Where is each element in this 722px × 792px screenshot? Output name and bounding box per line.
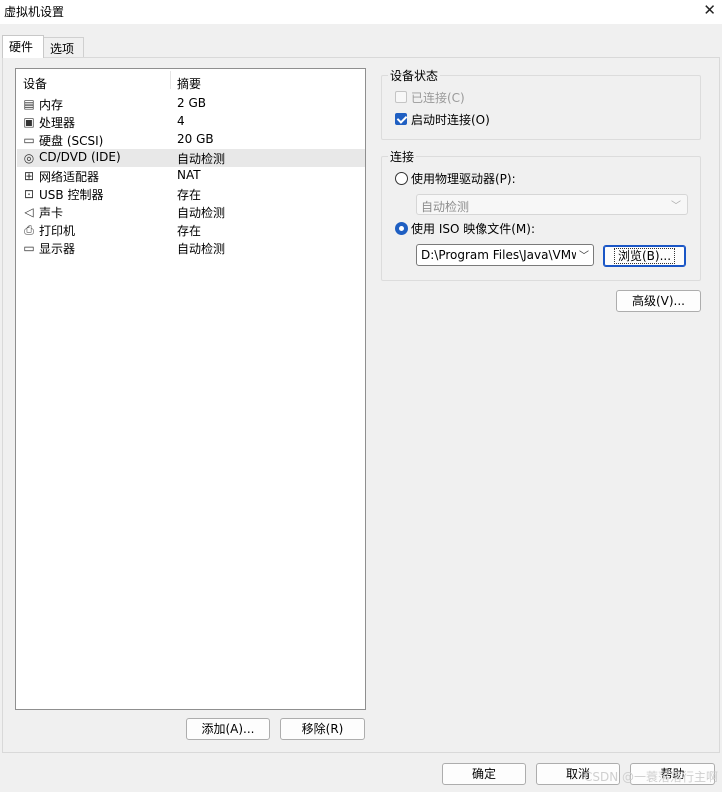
column-header-summary[interactable]: 摘要 [177,75,201,92]
device-summary: 自动检测 [177,152,226,166]
connected-checkbox[interactable] [395,91,407,103]
tab-options[interactable]: 选项 [44,37,84,57]
browse-button[interactable]: 浏览(B)... [603,245,686,267]
close-icon[interactable]: ✕ [703,1,716,19]
list-item-usb-controller[interactable]: ⊡ USB 控制器 存在 [17,185,365,203]
printer-icon: ⎙ [24,223,34,237]
tab-hardware[interactable]: 硬件 [2,35,44,58]
connect-at-power-on-label: 启动时连接(O) [411,113,490,127]
device-summary: 2 GB [177,96,206,110]
hard-disk-icon: ▭ [23,133,35,147]
physical-drive-label: 使用物理驱动器(P): [411,172,516,186]
list-item-cd-dvd[interactable]: ◎ CD/DVD (IDE) 自动检测 [17,149,365,167]
connected-label: 已连接(C) [411,91,465,105]
iso-file-radio[interactable] [395,222,408,235]
connection-label: 连接 [388,148,417,165]
iso-path-value: D:\Program Files\Java\VMwa [421,248,589,262]
list-item-display[interactable]: ▭ 显示器 自动检测 [17,239,365,257]
list-item-printer[interactable]: ⎙ 打印机 存在 [17,221,365,239]
device-status-label: 设备状态 [388,67,441,84]
cd-dvd-icon: ◎ [23,151,35,165]
list-item-sound-card[interactable]: ◁ 声卡 自动检测 [17,203,365,221]
list-item-memory[interactable]: ▤ 内存 2 GB [17,95,365,113]
device-name: 内存 [39,98,64,112]
device-summary: 自动检测 [177,242,226,256]
list-item-processor[interactable]: ▣ 处理器 4 [17,113,365,131]
device-name: 打印机 [39,224,76,238]
iso-path-combo[interactable]: D:\Program Files\Java\VMwa ﹀ [416,244,594,266]
physical-drive-radio[interactable] [395,172,408,185]
window-title: 虚拟机设置 [4,5,65,19]
device-name: USB 控制器 [39,188,104,202]
ok-button[interactable]: 确定 [442,763,526,785]
device-summary: NAT [177,168,201,182]
device-summary: 4 [177,114,185,128]
device-summary: 自动检测 [177,206,226,220]
connect-at-power-on-checkbox[interactable] [395,113,407,125]
list-item-hard-disk[interactable]: ▭ 硬盘 (SCSI) 20 GB [17,131,365,149]
add-button[interactable]: 添加(A)... [186,718,270,740]
device-summary: 存在 [177,188,202,202]
physical-drive-select[interactable]: 自动检测 ﹀ [416,194,688,215]
network-adapter-icon: ⊞ [23,169,35,183]
device-name: 硬盘 (SCSI) [39,134,104,148]
device-name: 处理器 [39,116,76,130]
usb-icon: ⊡ [23,187,35,201]
watermark: CSDN @一蓑落落行主啊 [584,770,719,784]
device-name: CD/DVD (IDE) [39,150,121,164]
chevron-down-icon[interactable]: ﹀ [576,247,589,262]
title-bar: 虚拟机设置 ✕ [0,0,722,24]
chevron-down-icon: ﹀ [671,201,681,212]
physical-drive-select-value: 自动检测 [421,200,470,214]
list-item-network-adapter[interactable]: ⊞ 网络适配器 NAT [17,167,365,185]
device-name: 网络适配器 [39,170,100,184]
column-divider [170,71,171,89]
display-icon: ▭ [23,241,35,255]
device-status-group: 设备状态 [381,67,701,140]
memory-icon: ▤ [23,97,35,111]
device-name: 显示器 [39,242,76,256]
device-list[interactable]: 设备 摘要 ▤ 内存 2 GB ▣ 处理器 4 ▭ 硬盘 (SCSI) 20 G… [15,68,366,710]
processor-icon: ▣ [23,115,35,129]
iso-file-label: 使用 ISO 映像文件(M): [411,222,535,236]
device-summary: 20 GB [177,132,214,146]
device-summary: 存在 [177,224,202,238]
sound-card-icon: ◁ [24,205,34,219]
remove-button[interactable]: 移除(R) [280,718,365,740]
column-header-device[interactable]: 设备 [23,75,47,92]
advanced-button[interactable]: 高级(V)... [616,290,701,312]
device-name: 声卡 [39,206,64,220]
browse-button-label: 浏览(B)... [613,248,676,264]
